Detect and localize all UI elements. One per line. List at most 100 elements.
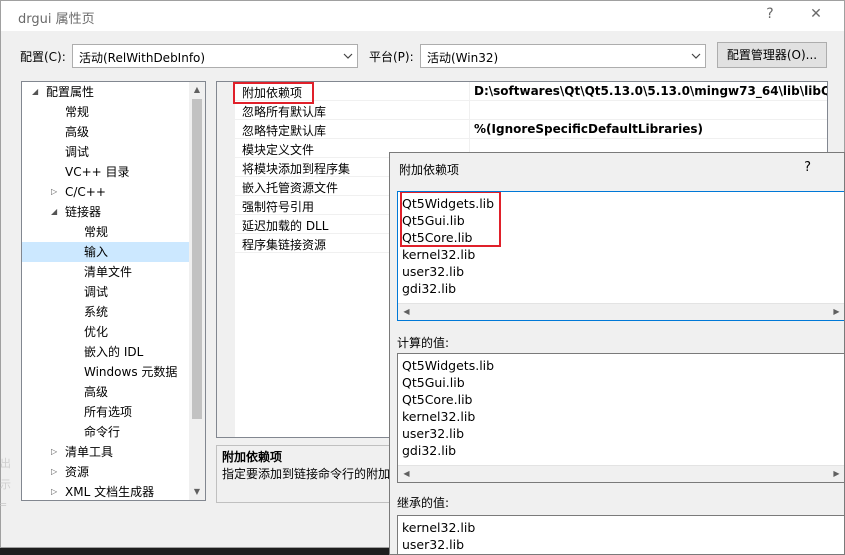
tree-item-label: VC++ 目录	[65, 165, 130, 179]
tree-item[interactable]: ◢ 链接器	[22, 202, 189, 222]
scroll-left-icon[interactable]: ◀	[398, 304, 415, 320]
computed-values-label: 计算的值:	[397, 336, 450, 350]
inherited-line: user32.lib	[402, 537, 465, 552]
background-text: 示	[0, 478, 11, 491]
tree-item[interactable]: 调试	[22, 142, 189, 162]
tree-item[interactable]: 高级	[22, 382, 189, 402]
additional-dependencies-dialog: 附加依赖项 ? Qt5Widgets.lib Qt5Gui.lib Qt5Core.…	[389, 152, 845, 555]
scroll-down-icon[interactable]: ▼	[189, 484, 205, 500]
tree-item[interactable]: 输入	[22, 242, 189, 262]
computed-line: user32.lib	[402, 426, 465, 441]
computed-line: Qt5Core.lib	[402, 392, 473, 407]
tree-item[interactable]: VC++ 目录	[22, 162, 189, 182]
platform-label: 平台(P):	[369, 50, 414, 64]
help-button[interactable]: ?	[760, 6, 780, 22]
scroll-up-icon[interactable]: ▲	[189, 82, 205, 98]
tree-item[interactable]: 嵌入的 IDL	[22, 342, 189, 362]
highlight-box-qt-libs	[400, 192, 501, 247]
configuration-row: 配置(C): 活动(RelWithDebInfo) 平台(P): 活动(Win3…	[1, 42, 844, 68]
computed-line: Qt5Widgets.lib	[402, 358, 495, 373]
tree-item-label: 调试	[84, 285, 109, 299]
chevron-down-icon	[343, 53, 353, 59]
expand-icon[interactable]: ▷	[51, 442, 57, 462]
tree-item[interactable]: 清单文件	[22, 262, 189, 282]
tree-item[interactable]: 命令行	[22, 422, 189, 442]
tree-item[interactable]: ▷ 资源	[22, 462, 189, 482]
property-name: 嵌入托管资源文件	[242, 181, 339, 195]
property-name: 延迟加载的 DLL	[242, 219, 329, 233]
property-value[interactable]: D:\softwares\Qt\Qt5.13.0\5.13.0\mingw73_…	[474, 84, 827, 98]
config-select[interactable]: 活动(RelWithDebInfo)	[72, 44, 358, 68]
computed-hscrollbar[interactable]: ◀ ▶	[398, 465, 844, 482]
expand-icon[interactable]: ▷	[51, 462, 57, 482]
background-text: =	[0, 498, 7, 511]
expand-icon[interactable]: ▷	[51, 482, 57, 500]
dependency-line: user32.lib	[402, 264, 465, 279]
tree-item[interactable]: ▷ C/C++	[22, 182, 189, 202]
tree-item-label: 常规	[65, 105, 90, 119]
scroll-left-icon[interactable]: ◀	[398, 466, 415, 482]
configuration-manager-button[interactable]: 配置管理器(O)...	[717, 42, 827, 68]
tree-item[interactable]: ▷ XML 文档生成器	[22, 482, 189, 500]
tree-item-label: 常规	[84, 225, 109, 239]
tree-item-label: 所有选项	[84, 405, 133, 419]
tree-item-label: XML 文档生成器	[65, 485, 155, 499]
tree-item-label: 链接器	[65, 205, 102, 219]
scroll-thumb[interactable]	[192, 99, 202, 419]
tree-scrollbar[interactable]: ▲ ▼	[189, 82, 205, 500]
expand-icon[interactable]: ▷	[51, 182, 57, 202]
property-name: 将模块添加到程序集	[242, 162, 351, 176]
tree-item[interactable]: 常规	[22, 222, 189, 242]
tree-item-label: 系统	[84, 305, 109, 319]
background-text: 出	[0, 457, 11, 470]
platform-select[interactable]: 活动(Win32)	[420, 44, 706, 68]
tree-item-label: 清单工具	[65, 445, 114, 459]
tree-item[interactable]: 优化	[22, 322, 189, 342]
tree-item-label: 输入	[84, 245, 109, 259]
title-bar: drgui 属性页 ? ✕	[1, 1, 844, 31]
collapse-icon[interactable]: ◢	[32, 82, 38, 102]
property-name: 强制符号引用	[242, 200, 315, 214]
tree-item-label: 命令行	[84, 425, 121, 439]
config-label: 配置(C):	[20, 50, 66, 64]
tree-item-label: 嵌入的 IDL	[84, 345, 144, 359]
tree-item[interactable]: 常规	[22, 102, 189, 122]
dependencies-edit-box[interactable]: Qt5Widgets.lib Qt5Gui.lib Qt5Core.lib kerne…	[397, 191, 844, 321]
collapse-icon[interactable]: ◢	[51, 202, 57, 222]
inherited-values-box: kernel32.lib user32.lib	[397, 515, 844, 554]
property-name: 程序集链接资源	[242, 238, 327, 252]
tree-item-label: 清单文件	[84, 265, 133, 279]
tree-item-label: 调试	[65, 145, 90, 159]
close-button[interactable]: ✕	[806, 6, 826, 22]
tree-item-label: C/C++	[65, 185, 106, 199]
tree-item[interactable]: 系统	[22, 302, 189, 322]
tree-item[interactable]: 所有选项	[22, 402, 189, 422]
dialog-title-bar: 附加依赖项 ?	[390, 153, 844, 183]
inherited-line: kernel32.lib	[402, 520, 476, 535]
property-value[interactable]: %(IgnoreSpecificDefaultLibraries)	[474, 122, 703, 136]
tree-item-label: 高级	[84, 385, 109, 399]
dialog-title: 附加依赖项	[399, 163, 460, 177]
chevron-down-icon	[691, 53, 701, 59]
tree-item[interactable]: 调试	[22, 282, 189, 302]
tree-item-label: 资源	[65, 465, 90, 479]
tree-item-label: 高级	[65, 125, 90, 139]
window-title: drgui 属性页	[18, 12, 95, 27]
property-row[interactable]: 忽略特定默认库 %(IgnoreSpecificDefaultLibraries)	[217, 120, 827, 139]
scroll-right-icon[interactable]: ▶	[828, 466, 844, 482]
computed-line: kernel32.lib	[402, 409, 476, 424]
property-name: 忽略所有默认库	[242, 105, 327, 119]
edit-hscrollbar[interactable]: ◀ ▶	[398, 303, 844, 320]
computed-values-box: Qt5Widgets.lib Qt5Gui.lib Qt5Core.lib kerne…	[397, 353, 844, 483]
tree-item-label: 优化	[84, 325, 109, 339]
tree-item[interactable]: ▷ 清单工具	[22, 442, 189, 462]
tree-item[interactable]: ◢ 配置属性	[22, 82, 189, 102]
dialog-help-button[interactable]: ?	[804, 160, 811, 175]
platform-select-value: 活动(Win32)	[427, 51, 499, 65]
tree-item[interactable]: Windows 元数据	[22, 362, 189, 382]
property-name: 模块定义文件	[242, 143, 315, 157]
scroll-right-icon[interactable]: ▶	[828, 304, 844, 320]
inherited-values-label: 继承的值:	[397, 496, 450, 510]
tree-item[interactable]: 高级	[22, 122, 189, 142]
highlight-box-property	[233, 82, 314, 104]
